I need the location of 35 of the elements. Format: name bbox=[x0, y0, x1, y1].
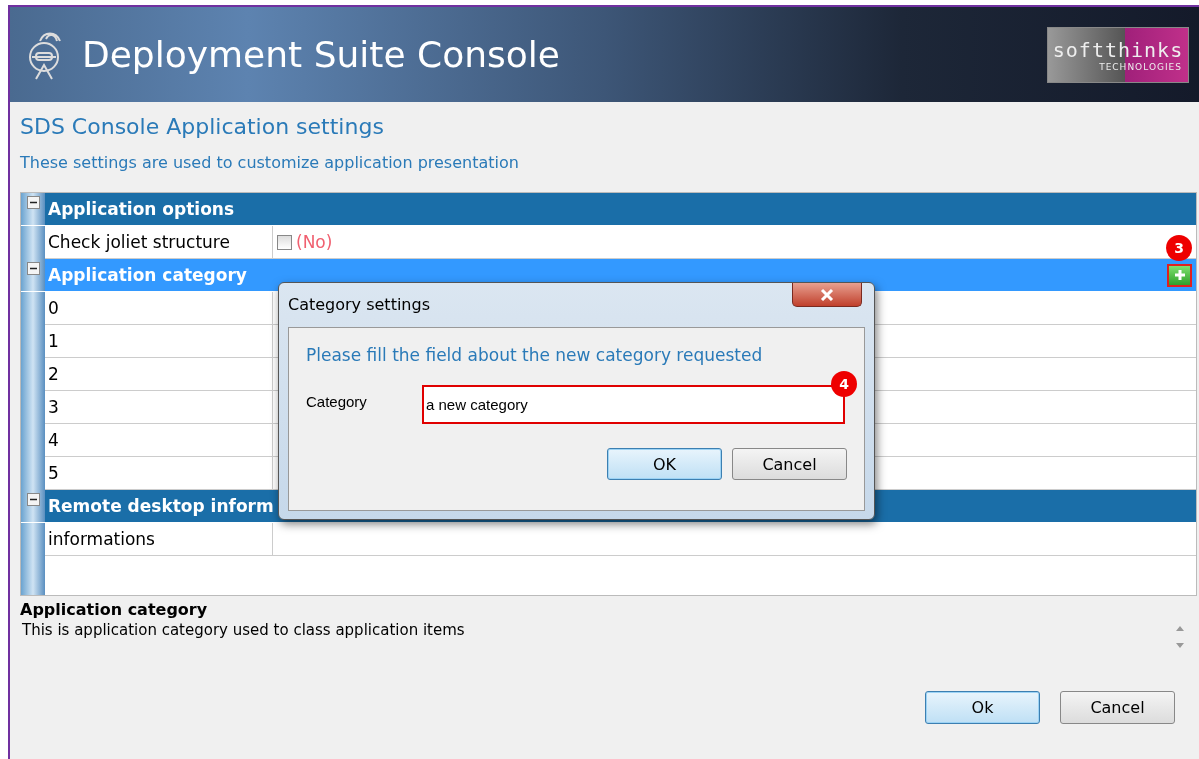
page-subtitle: These settings are used to customize application presentation bbox=[20, 153, 520, 172]
dialog-button[interactable]: Ok bbox=[925, 691, 1040, 724]
plus-icon bbox=[1172, 268, 1187, 282]
description-title: Application category bbox=[20, 600, 209, 619]
category-header[interactable]: Application options bbox=[45, 199, 235, 219]
close-icon bbox=[820, 288, 834, 301]
property-name: informations bbox=[45, 523, 273, 555]
dialog-button[interactable]: OK bbox=[607, 448, 722, 480]
property-name: 1 bbox=[45, 325, 273, 357]
close-button[interactable] bbox=[792, 283, 862, 307]
step-badge: 4 bbox=[831, 371, 857, 397]
collapse-icon[interactable] bbox=[26, 262, 40, 275]
property-value: (No) bbox=[296, 232, 333, 252]
dialog-button[interactable]: Cancel bbox=[1060, 691, 1175, 724]
logo-tagline: TECHNOLOGIES bbox=[1099, 61, 1182, 72]
collapse-icon[interactable] bbox=[26, 196, 40, 209]
page-heading: SDS Console Application settings bbox=[20, 114, 385, 139]
dialog-title: Category settings bbox=[288, 295, 430, 314]
description-text: This is application category used to class application items bbox=[21, 621, 466, 639]
field-label: Category bbox=[306, 393, 368, 410]
property-name: 0 bbox=[45, 292, 273, 324]
property-name: 4 bbox=[45, 424, 273, 456]
property-name: Check joliet structure bbox=[45, 226, 273, 258]
dialog-button[interactable]: Cancel bbox=[732, 448, 847, 480]
property-name: 2 bbox=[45, 358, 273, 390]
checkbox[interactable] bbox=[277, 234, 292, 250]
property-name: 3 bbox=[45, 391, 273, 423]
property-name: 5 bbox=[45, 457, 273, 489]
logo-text: softthinks bbox=[1052, 37, 1184, 62]
add-button[interactable] bbox=[1167, 263, 1192, 287]
category-header[interactable]: Remote desktop inform bbox=[45, 496, 274, 516]
collapse-icon[interactable] bbox=[26, 493, 40, 506]
step-badge: 3 bbox=[1166, 235, 1192, 261]
app-title: Deployment Suite Console bbox=[82, 34, 560, 75]
dialog-message: Please fill the field about the new category requested bbox=[306, 345, 764, 365]
